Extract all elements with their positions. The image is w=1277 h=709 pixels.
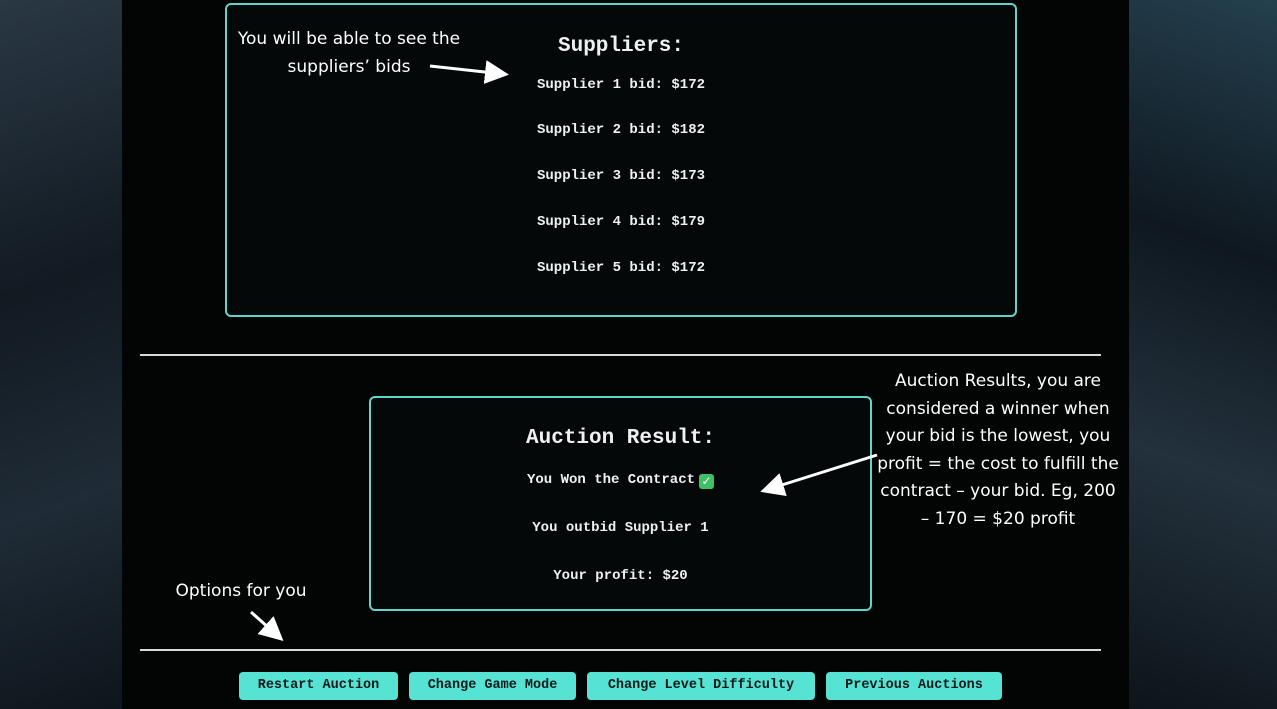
arrow-to-result xyxy=(760,453,878,497)
annotation-arrows xyxy=(250,60,878,641)
arrow-to-suppliers xyxy=(429,60,509,84)
arrow-to-options xyxy=(250,610,284,641)
